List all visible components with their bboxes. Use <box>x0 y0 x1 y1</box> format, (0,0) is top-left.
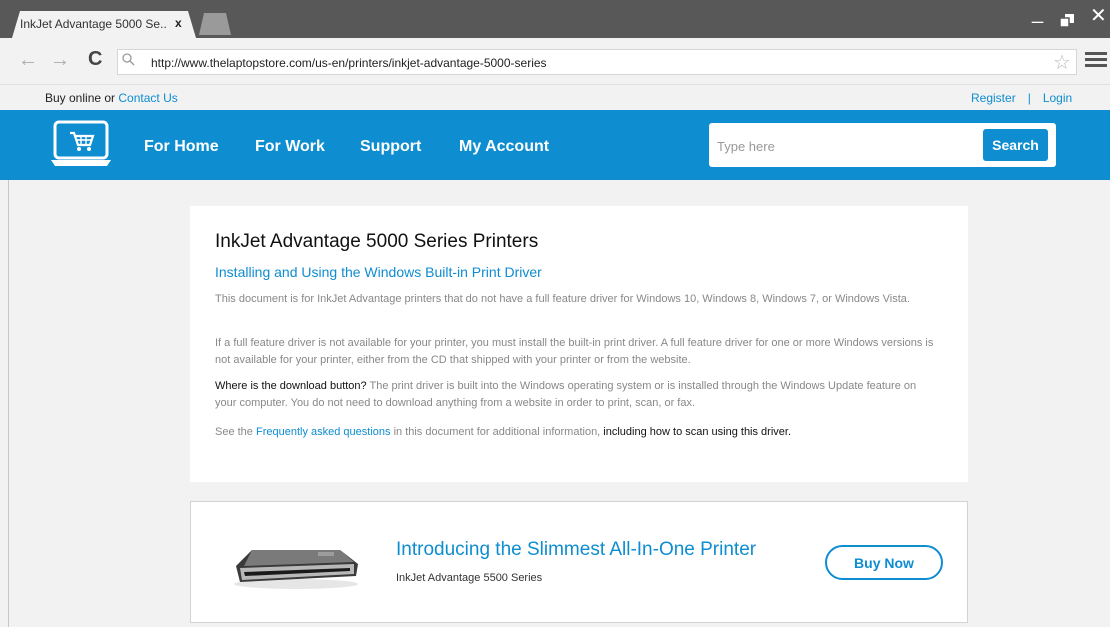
browser-tab-title[interactable]: InkJet Advantage 5000 Se.. <box>20 17 167 31</box>
search-button[interactable]: Search <box>983 129 1048 161</box>
page-left-border <box>8 180 9 627</box>
url-text[interactable]: http://www.thelaptopstore.com/us-en/prin… <box>151 56 547 70</box>
article-subtitle: Installing and Using the Windows Built-i… <box>215 264 542 280</box>
link-separator: | <box>1027 91 1031 105</box>
window-close-icon[interactable]: ✕ <box>1090 6 1107 26</box>
forward-arrow-icon[interactable]: → <box>50 49 70 72</box>
buy-now-button[interactable]: Buy Now <box>825 545 943 580</box>
register-link[interactable]: Register <box>971 91 1016 105</box>
search-icon <box>121 52 137 68</box>
page-title: InkJet Advantage 5000 Series Printers <box>215 231 539 252</box>
tab-close-icon[interactable]: x <box>175 16 182 30</box>
faq-lead-text: See the <box>215 426 256 438</box>
article-paragraph-2: If a full feature driver is not availabl… <box>215 337 934 366</box>
buy-online-label: Buy online or <box>45 91 119 105</box>
bookmark-star-icon[interactable]: ☆ <box>1053 50 1071 75</box>
minimize-icon[interactable]: _ <box>1032 3 1043 23</box>
faq-link[interactable]: Frequently asked questions <box>256 426 391 438</box>
browser-menu-icon[interactable] <box>1085 52 1107 68</box>
nav-support[interactable]: Support <box>360 138 421 156</box>
article-paragraph-4: See the Frequently asked questions in th… <box>215 424 935 441</box>
faq-mid-text: in this document for additional informat… <box>390 426 604 438</box>
article-paragraph-1: This document is for InkJet Advantage pr… <box>215 293 910 305</box>
account-links: Register | Login <box>971 91 1072 105</box>
reload-icon[interactable]: C <box>88 48 102 71</box>
printer-image <box>230 544 362 590</box>
login-link[interactable]: Login <box>1043 91 1072 105</box>
article-paragraph-3: Where is the download button? The print … <box>215 378 935 412</box>
promo-title: Introducing the Slimmest All-In-One Prin… <box>396 539 757 560</box>
download-question: Where is the download button? <box>215 380 367 392</box>
restore-icon[interactable] <box>1059 12 1074 28</box>
buy-online-text: Buy online or Contact Us <box>45 91 178 105</box>
back-arrow-icon[interactable]: ← <box>18 49 38 72</box>
nav-for-work[interactable]: For Work <box>255 138 325 156</box>
scan-info-text: including how to scan using this driver. <box>603 426 792 438</box>
contact-us-link[interactable]: Contact Us <box>118 91 177 105</box>
search-input[interactable] <box>717 135 967 157</box>
nav-my-account[interactable]: My Account <box>459 138 549 156</box>
nav-for-home[interactable]: For Home <box>144 138 219 156</box>
promo-subtitle: InkJet Advantage 5500 Series <box>396 572 543 584</box>
new-tab-button[interactable] <box>199 13 231 35</box>
laptop-cart-logo-icon[interactable] <box>50 120 112 168</box>
